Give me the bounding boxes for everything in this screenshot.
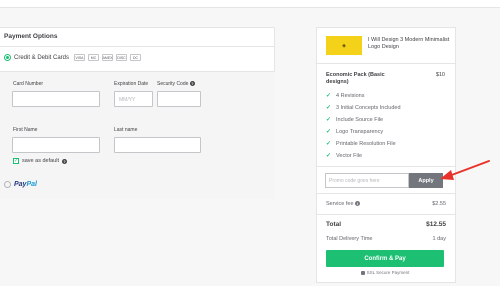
feature-label: 3 Initial Concepts Included <box>336 104 401 111</box>
package-price: $10 <box>435 72 445 78</box>
lock-icon <box>360 270 365 275</box>
order-summary-panel: ◈ I Will Design 3 Modern Minimalist Logo… <box>316 27 456 283</box>
feature-item: ✓ 3 Initial Concepts Included <box>326 104 401 112</box>
first-name-input[interactable] <box>12 137 100 153</box>
visa-card-icon: VISA <box>74 54 86 61</box>
promo-code-group: Promo code goes here Apply <box>325 173 443 188</box>
check-icon: ✓ <box>326 93 332 99</box>
paypal-logo-part2: Pal <box>26 181 37 188</box>
ssl-secure-note: SSL Secure Payment <box>326 270 444 275</box>
total-row: Total $12.55 <box>326 221 446 228</box>
feature-label: Logo Transparency <box>336 128 384 135</box>
paypal-logo-part1: Pay <box>14 181 27 188</box>
feature-item: ✓ Vector File <box>326 152 363 160</box>
credit-card-option[interactable]: Credit & Debit Cards VISA MC AMEX DISC D… <box>4 54 142 61</box>
credit-card-radio[interactable] <box>4 54 11 61</box>
info-icon[interactable]: ? <box>62 158 67 164</box>
divider <box>317 63 455 64</box>
card-number-input[interactable] <box>12 91 100 107</box>
security-code-label: Security Code ? <box>157 81 195 87</box>
divider <box>317 166 455 167</box>
info-icon[interactable]: i <box>355 201 361 207</box>
delivery-time-row: Total Delivery Time 1 day <box>326 236 446 242</box>
save-default-label: save as default <box>22 158 59 164</box>
feature-item: ✓ 4 Revisions <box>326 92 365 100</box>
check-icon: ✓ <box>326 105 332 111</box>
total-label: Total <box>326 221 342 228</box>
total-value: $12.55 <box>426 221 446 228</box>
feature-label: Include Source File <box>336 116 384 123</box>
expiration-label: Expiration Date <box>114 81 149 87</box>
expiration-input[interactable]: MM/YY <box>114 91 153 107</box>
amex-card-icon: AMEX <box>102 54 114 61</box>
discover-card-icon: DISC <box>116 54 128 61</box>
check-icon: ✓ <box>326 153 332 159</box>
gig-thumbnail: ◈ <box>326 36 362 55</box>
check-icon: ✓ <box>326 141 332 147</box>
card-number-label: Card Number <box>13 81 44 87</box>
service-fee-row: Service fee i $2.55 <box>326 201 446 207</box>
save-default-checkbox[interactable]: ✓ <box>13 158 19 164</box>
security-code-input[interactable] <box>157 91 201 107</box>
diners-card-icon: DC <box>130 54 142 61</box>
service-fee-label: Service fee <box>326 201 354 207</box>
delivery-time-value: 1 day <box>432 236 446 242</box>
payment-options-panel: Payment Options Credit & Debit Cards VIS… <box>0 27 275 199</box>
save-default-row: ✓ save as default ? <box>13 158 67 164</box>
feature-label: Printable Resolution File <box>336 140 396 147</box>
feature-label: Vector File <box>336 152 363 159</box>
info-icon[interactable]: ? <box>189 81 195 87</box>
radio-dot <box>6 56 9 59</box>
paypal-logo: PayPal <box>14 181 37 188</box>
annotation-arrow <box>440 160 490 180</box>
credit-card-label: Credit & Debit Cards <box>14 54 70 61</box>
check-icon: ✓ <box>326 117 332 123</box>
feature-label: 4 Revisions <box>336 92 365 99</box>
promo-code-input[interactable]: Promo code goes here <box>325 173 409 188</box>
first-name-label: First Name <box>13 127 38 133</box>
check-icon: ✓ <box>326 129 332 135</box>
service-fee-value: $2.55 <box>432 201 446 207</box>
confirm-pay-button[interactable]: Confirm & Pay <box>326 250 444 267</box>
divider <box>317 214 455 215</box>
feature-item: ✓ Printable Resolution File <box>326 140 396 148</box>
service-fee-label-group: Service fee i <box>326 201 361 207</box>
last-name-input[interactable] <box>114 137 201 153</box>
divider <box>317 193 455 194</box>
logo-thumbnail-icon: ◈ <box>342 42 346 49</box>
paypal-radio[interactable] <box>4 181 11 188</box>
mastercard-icon: MC <box>88 54 100 61</box>
last-name-label: Last name <box>114 127 138 133</box>
top-bar <box>0 0 500 8</box>
payment-options-title: Payment Options <box>4 33 58 40</box>
delivery-time-label: Total Delivery Time <box>326 236 373 242</box>
gig-title: I Will Design 3 Modern Minimalist Logo D… <box>368 37 450 50</box>
feature-item: ✓ Include Source File <box>326 116 384 124</box>
security-code-text: Security Code <box>157 81 189 87</box>
package-name: Economic Pack (Basic designs) <box>326 72 385 85</box>
divider <box>0 46 275 47</box>
ssl-secure-label: SSL Secure Payment <box>366 270 410 275</box>
paypal-option[interactable]: PayPal <box>4 181 37 188</box>
feature-item: ✓ Logo Transparency <box>326 128 384 136</box>
